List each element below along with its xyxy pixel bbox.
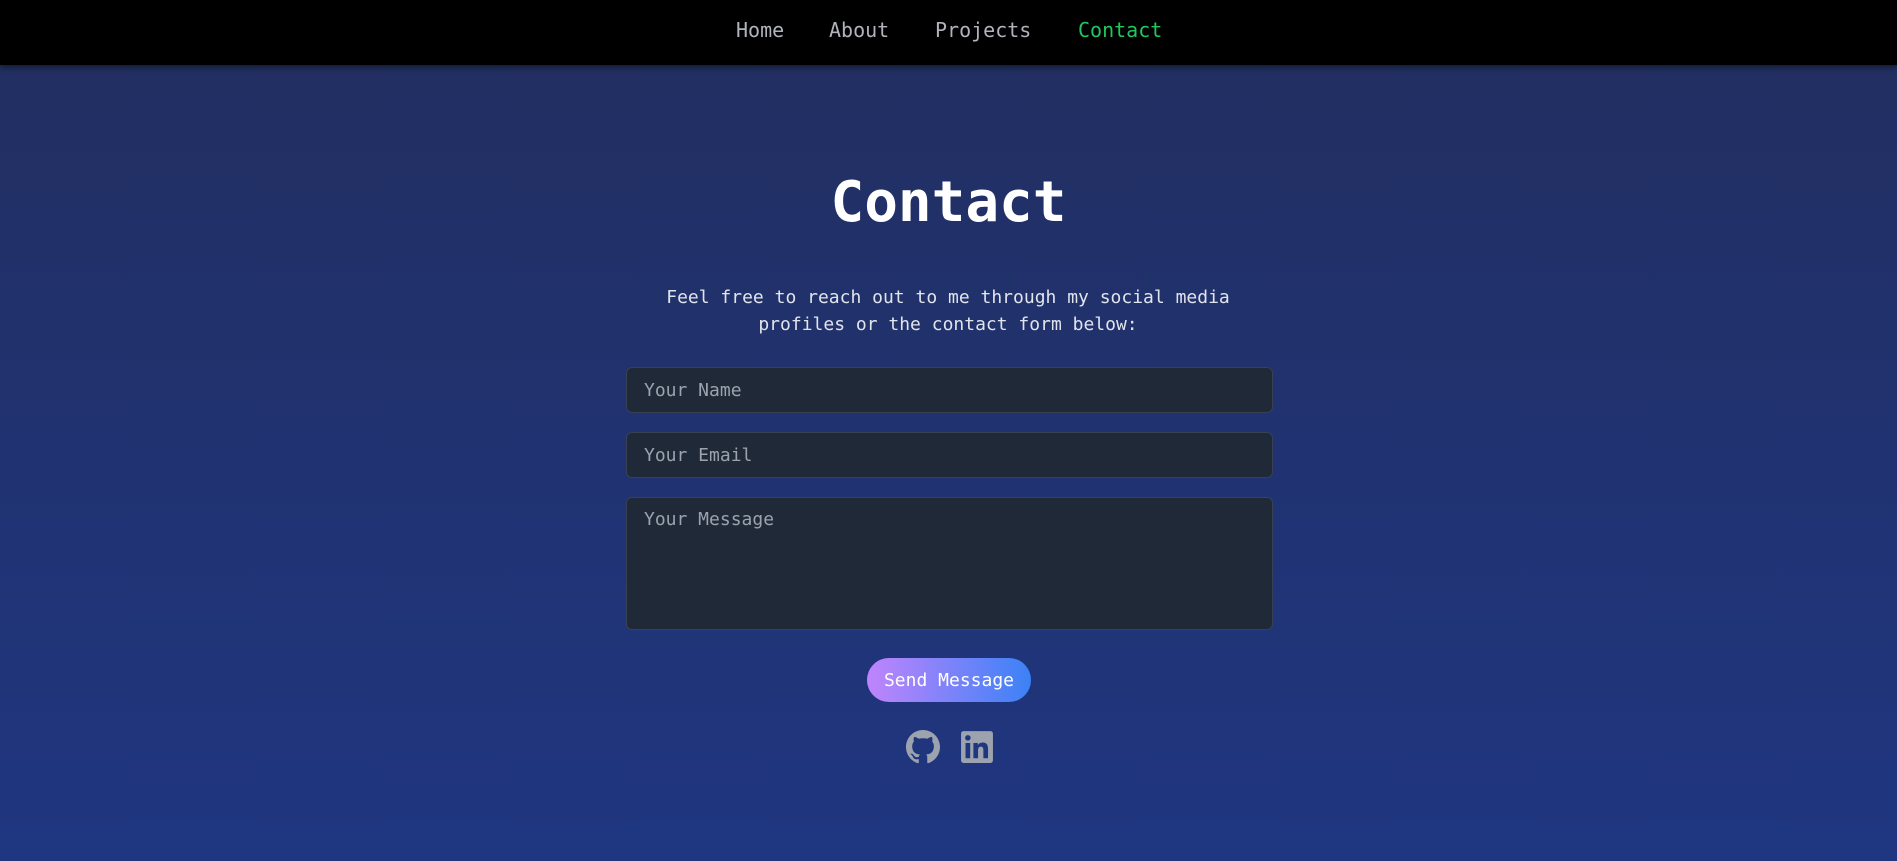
nav-link-contact[interactable]: Contact: [1078, 18, 1162, 42]
send-message-button[interactable]: Send Message: [867, 658, 1031, 702]
github-link[interactable]: [906, 730, 940, 764]
linkedin-link[interactable]: [960, 730, 994, 764]
email-field[interactable]: [626, 432, 1273, 478]
name-field[interactable]: [626, 367, 1273, 413]
github-icon: [906, 730, 940, 764]
message-field[interactable]: [626, 497, 1273, 630]
nav-link-about[interactable]: About: [829, 18, 889, 42]
linkedin-icon: [960, 730, 994, 764]
nav-link-home[interactable]: Home: [736, 18, 784, 42]
top-navbar: Home About Projects Contact: [0, 0, 1897, 65]
page-title: Contact: [830, 170, 1067, 235]
nav-link-projects[interactable]: Projects: [935, 18, 1031, 42]
contact-intro-text: Feel free to reach out to me through my …: [666, 287, 1230, 335]
